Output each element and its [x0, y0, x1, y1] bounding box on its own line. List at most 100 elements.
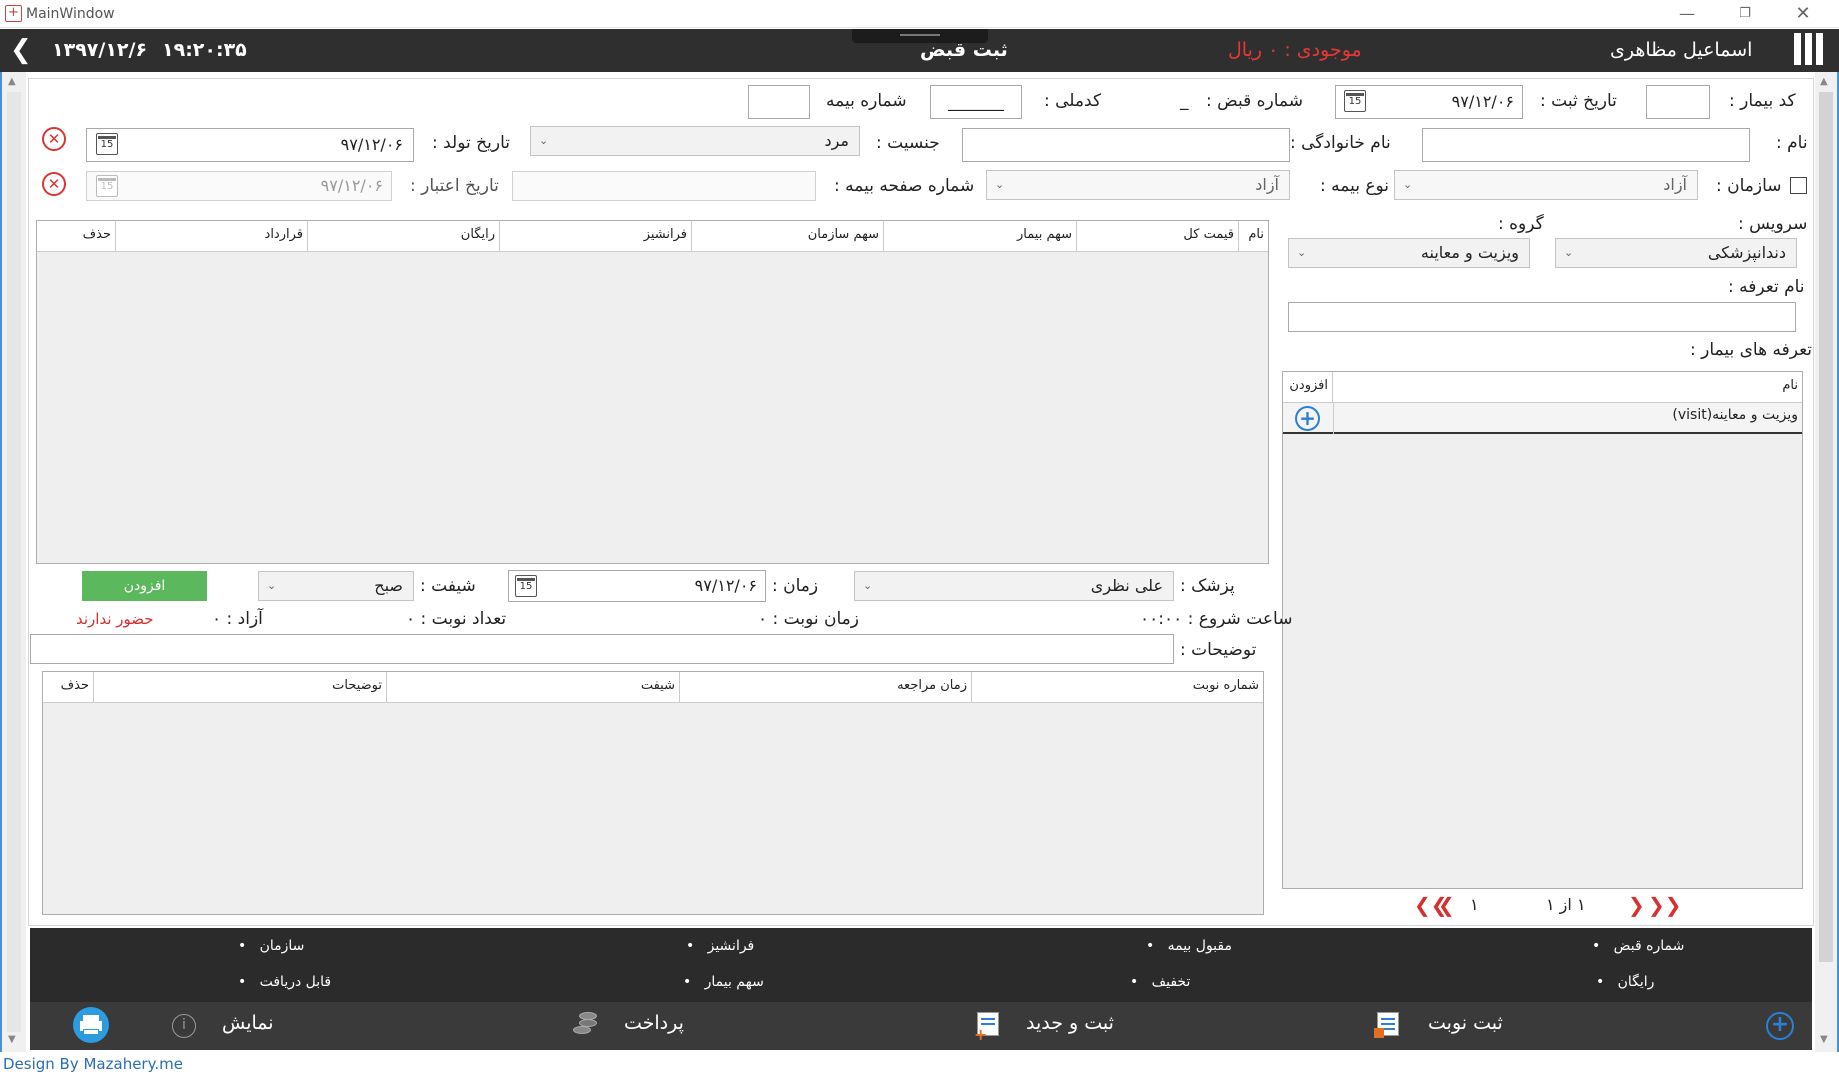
gender-select[interactable]: مرد ⌄ [530, 126, 860, 156]
column-header[interactable]: شیفت [386, 672, 679, 703]
header-time: ۱۹:۲۰:۳۵ [162, 39, 247, 61]
organization-select[interactable]: آزاد ⌄ [1394, 170, 1698, 200]
coins-icon[interactable] [571, 1010, 601, 1040]
summary-patient-share: سهم بیمار • [683, 974, 764, 990]
validity-date-label: تاریخ اعتبار : [410, 176, 499, 196]
patient-code-label: کد بیمار : [1729, 91, 1796, 111]
patient-tariffs-label: تعرفه های بیمار : [1690, 340, 1813, 360]
footer-credit[interactable]: Design By Mazahery.me [3, 1055, 183, 1073]
insurance-page-input[interactable] [512, 171, 816, 201]
calendar-icon[interactable]: 15 [96, 175, 118, 197]
restore-button[interactable]: ❐ [1722, 0, 1768, 28]
insurance-no-input[interactable] [748, 85, 810, 119]
scroll-down-icon[interactable]: ▼ [1820, 1034, 1828, 1045]
bottom-toolbar: + ثبت نوبت ثبت و جدید + پرداخت نمایش i [30, 1002, 1812, 1050]
right-scrollbar[interactable]: ▲ ▼ [1815, 72, 1837, 1052]
column-header[interactable]: توضیحات [93, 672, 386, 703]
scroll-thumb[interactable] [1819, 92, 1833, 962]
chevron-down-icon: ⌄ [1403, 178, 1413, 191]
tariff-name-label: نام تعرفه : [1728, 277, 1805, 297]
clear-birth-date-icon[interactable]: ✕ [42, 127, 66, 151]
table-row[interactable]: ویزیت و معاینه(visit) + [1283, 403, 1802, 434]
left-scrollbar[interactable]: ▲ ▼ [2, 72, 26, 1052]
time-label: زمان : [772, 576, 819, 596]
column-header[interactable]: شماره نوبت [971, 672, 1263, 703]
next-page-icon[interactable]: ❯ [1628, 893, 1645, 917]
doctor-select[interactable]: علی نظری ⌄ [854, 571, 1174, 601]
family-input[interactable] [962, 128, 1290, 162]
last-page-icon[interactable]: ❯❯ [1648, 893, 1682, 917]
print-icon[interactable] [73, 1007, 109, 1043]
save-and-new-button[interactable]: ثبت و جدید [1026, 1012, 1114, 1034]
minimize-button[interactable]: — [1664, 0, 1710, 28]
birth-date-input[interactable]: ۹۷/۱۲/۰۶ [86, 128, 414, 162]
scroll-up-icon[interactable]: ▲ [1820, 76, 1828, 87]
calendar-icon[interactable]: 15 [515, 575, 537, 597]
name-input[interactable] [1422, 128, 1750, 162]
description-input[interactable] [30, 634, 1174, 664]
summary-discount: تخفیف • [1130, 974, 1191, 990]
app-icon: + [5, 5, 22, 22]
calendar-icon[interactable]: 15 [96, 133, 118, 155]
add-circle-icon[interactable]: + [1295, 406, 1320, 431]
column-header[interactable]: نام [1332, 372, 1802, 403]
register-list-icon[interactable] [1374, 1010, 1404, 1040]
organization-checkbox[interactable] [1790, 177, 1807, 194]
column-header[interactable]: افزودن [1283, 372, 1332, 403]
column-header[interactable]: حذف [65, 221, 115, 252]
column-header[interactable]: حذف [43, 672, 93, 703]
start-time-label: ساعت شروع : ۰۰:۰۰ [1140, 609, 1293, 629]
insurance-type-select[interactable]: آزاد ⌄ [986, 170, 1290, 200]
table-header: نام قیمت کل سهم بیمار سهم سازمان فرانشیز… [37, 221, 1268, 252]
organization-label: سازمان : [1716, 176, 1782, 196]
free-count-label: آزاد : ۰ [212, 609, 263, 629]
summary-panel: شماره قبض • مقبول بیمه • فرانشیز • سازما… [30, 928, 1812, 1002]
national-code-label: کدملی : [1044, 91, 1102, 111]
receipt-no-value: _ [1180, 91, 1189, 111]
slot-time-label: زمان نوبت : ۰ [758, 609, 859, 629]
shift-select[interactable]: صبح ⌄ [258, 571, 414, 601]
column-header[interactable]: فرانشیز [499, 221, 691, 252]
register-appointment-button[interactable]: ثبت نوبت [1428, 1012, 1503, 1034]
appointment-date-input[interactable]: ۹۷/۱۲/۰۶ [508, 570, 766, 602]
chevron-down-icon: ⌄ [539, 134, 549, 147]
window-title: MainWindow [26, 6, 115, 22]
group-select[interactable]: ویزیت و معاینه ⌄ [1288, 238, 1530, 268]
pay-button[interactable]: پرداخت [624, 1012, 684, 1034]
table-header: نام افزودن [1283, 372, 1802, 403]
clear-validity-date-icon[interactable]: ✕ [42, 172, 66, 196]
column-header[interactable]: سهم سازمان [691, 221, 883, 252]
first-page-icon[interactable]: ❮❮ [1414, 893, 1448, 917]
service-select[interactable]: دندانپزشکی ⌄ [1555, 238, 1797, 268]
column-header[interactable]: نام [1238, 221, 1268, 252]
add-circle-icon[interactable]: + [1766, 1012, 1794, 1040]
save-new-icon[interactable]: + [974, 1010, 1004, 1044]
add-appointment-button[interactable]: افزودن [82, 571, 207, 601]
summary-receipt-no: شماره قبض • [1592, 938, 1685, 954]
scroll-track[interactable] [7, 92, 21, 1032]
chevron-down-icon: ⌄ [1297, 246, 1307, 259]
tariff-name-input[interactable] [1288, 302, 1796, 332]
app-header: ❮ ۱۳۹۷/۱۲/۶ ۱۹:۲۰:۳۵ ثبت قبض موجودی : ۰ … [0, 29, 1839, 72]
validity-date-input[interactable]: ۹۷/۱۲/۰۶ [86, 171, 392, 201]
column-header[interactable]: قیمت کل [1076, 221, 1238, 252]
column-header[interactable]: زمان مراجعه [679, 672, 971, 703]
birth-date-label: تاریخ تولد : [432, 133, 510, 153]
info-icon[interactable]: i [172, 1014, 196, 1038]
column-header[interactable]: رایگان [307, 221, 499, 252]
calendar-icon[interactable]: 15 [1344, 90, 1366, 112]
appointments-table: شماره نوبت زمان مراجعه شیفت توضیحات حذف [42, 671, 1264, 915]
scroll-down-icon[interactable]: ▼ [8, 1034, 16, 1045]
patient-code-input[interactable] [1646, 85, 1710, 119]
back-chevron-icon[interactable]: ❮ [10, 35, 32, 65]
doctor-label: پزشک : [1180, 576, 1235, 596]
chevron-down-icon: ⌄ [863, 579, 873, 592]
national-code-input[interactable]: _______ [930, 85, 1022, 119]
show-button[interactable]: نمایش [222, 1012, 274, 1034]
close-button[interactable]: ✕ [1780, 0, 1826, 28]
scroll-up-icon[interactable]: ▲ [8, 76, 16, 87]
column-header[interactable]: قرارداد [115, 221, 307, 252]
column-header[interactable]: سهم بیمار [883, 221, 1076, 252]
family-label: نام خانوادگی : [1290, 133, 1391, 153]
menu-icon[interactable] [1794, 33, 1824, 65]
